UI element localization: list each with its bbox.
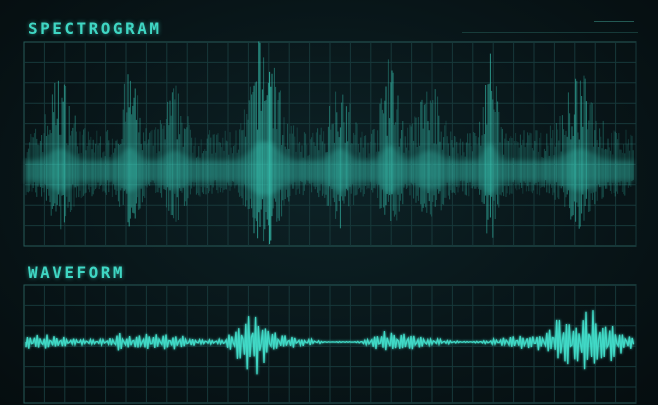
waveform-panel [23,284,637,404]
display-screen: SPECTROGRAM WAVEFORM [0,0,658,405]
spectrogram-panel [23,41,637,247]
signal-visualization [23,41,637,404]
